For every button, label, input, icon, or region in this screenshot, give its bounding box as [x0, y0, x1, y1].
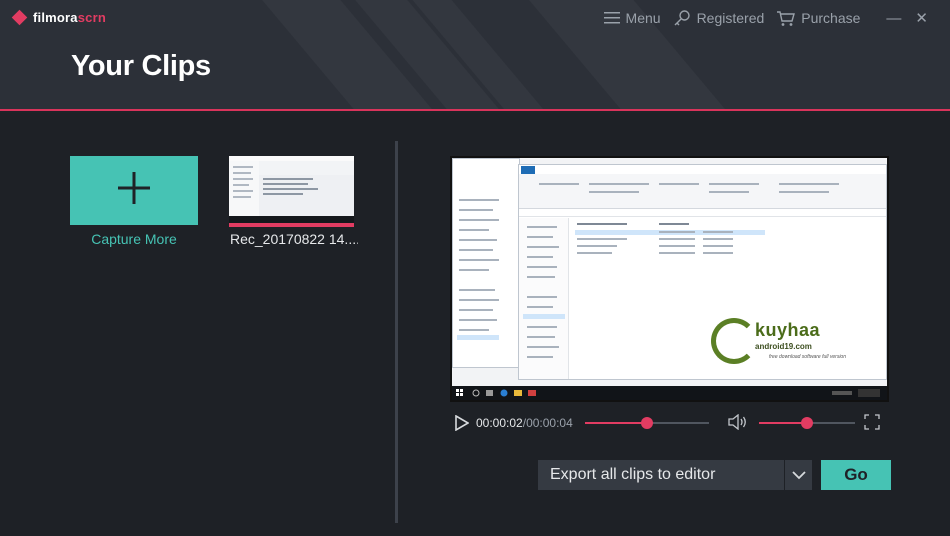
fullscreen-icon[interactable]: [864, 414, 880, 435]
watermark-brand: kuyhaa: [755, 320, 821, 340]
video-preview[interactable]: kuyhaa android19.com free download softw…: [450, 156, 889, 402]
current-time: 00:00:02: [476, 416, 523, 430]
minimize-button[interactable]: —: [886, 10, 901, 27]
page-title: Your Clips: [71, 50, 211, 82]
time-display: 00:00:02/00:00:04: [476, 416, 573, 430]
capture-more-label[interactable]: Capture More: [70, 231, 198, 247]
cart-icon: [776, 10, 796, 27]
seek-bar[interactable]: [585, 417, 709, 429]
play-icon[interactable]: [455, 414, 470, 436]
registered-label: Registered: [696, 10, 765, 26]
menu-button[interactable]: Menu: [603, 10, 661, 26]
menu-label: Menu: [625, 10, 661, 26]
registered-button[interactable]: Registered: [673, 9, 765, 27]
export-selected-option: Export all clips to editor: [550, 466, 716, 483]
watermark-logo-icon: [711, 318, 757, 364]
main-panel: Capture More Rec_20170822 14.... kuyhaa …: [0, 113, 950, 536]
key-icon: [673, 9, 691, 27]
preview-window-back: [452, 158, 520, 368]
logo-mark-icon: [11, 9, 28, 26]
go-button[interactable]: Go: [821, 460, 891, 490]
chevron-down-icon[interactable]: [784, 460, 812, 490]
capture-more-button[interactable]: [70, 156, 198, 225]
volume-knob[interactable]: [801, 417, 813, 429]
export-dropdown[interactable]: Export all clips to editor: [538, 460, 812, 490]
clip-label[interactable]: Rec_20170822 14....: [230, 231, 358, 247]
logo-brand: filmora: [33, 10, 78, 25]
watermark-tagline: free download software full version: [769, 354, 846, 360]
preview-frame: kuyhaa android19.com free download softw…: [452, 158, 887, 386]
close-button[interactable]: ✕: [915, 9, 928, 27]
volume-slider[interactable]: [759, 417, 855, 429]
logo-suffix: scrn: [77, 10, 107, 25]
volume-fill: [759, 422, 807, 424]
clip-thumbnail[interactable]: [229, 156, 354, 227]
panel-divider: [395, 141, 398, 523]
watermark-site: android19.com: [755, 342, 812, 351]
seek-fill: [585, 422, 647, 424]
seek-knob[interactable]: [641, 417, 653, 429]
total-time: 00:00:04: [526, 416, 573, 430]
clip-thumbnail-image: [229, 156, 354, 223]
hamburger-icon: [603, 12, 620, 24]
header: filmorascrn Your Clips Menu Registered P…: [0, 0, 950, 111]
logo-text: filmorascrn: [33, 10, 106, 25]
preview-taskbar: [452, 386, 887, 400]
app-logo: filmorascrn: [11, 9, 106, 26]
volume-icon[interactable]: [728, 413, 748, 435]
player-controls: 00:00:02/00:00:04: [450, 412, 889, 434]
purchase-button[interactable]: Purchase: [776, 10, 860, 27]
top-nav: Menu Registered Purchase — ✕: [592, 8, 928, 28]
preview-watermark: kuyhaa android19.com free download softw…: [711, 318, 881, 378]
plus-icon: [117, 171, 151, 210]
purchase-label: Purchase: [801, 10, 861, 26]
